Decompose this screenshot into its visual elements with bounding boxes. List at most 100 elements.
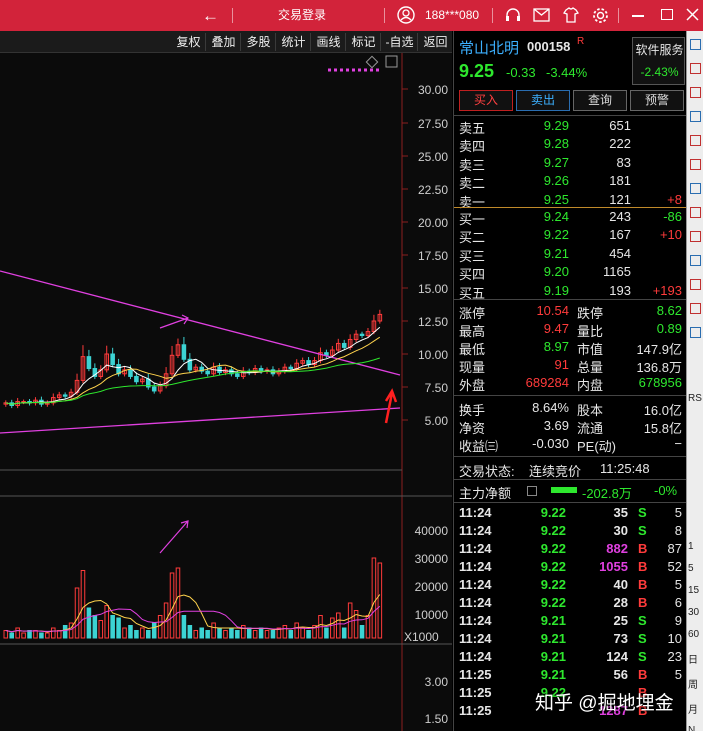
volume-bar (341, 627, 347, 639)
menu-icon[interactable] (527, 486, 537, 496)
kline-chart[interactable]: 30.00 27.50 25.00 22.50 20.00 17.50 15.0… (0, 53, 452, 731)
book-price[interactable]: 9.28 (524, 136, 569, 151)
book-volume: 167 (609, 227, 631, 243)
gear-icon[interactable] (592, 7, 609, 24)
query-button[interactable]: 查询 (573, 90, 627, 111)
book-volume: 1165 (603, 264, 631, 280)
back-button[interactable]: 返回 (419, 33, 452, 51)
strip-tool-icon[interactable] (690, 111, 701, 122)
strip-item[interactable]: 60 (688, 629, 699, 640)
candle-body (359, 333, 365, 337)
mark-button[interactable]: 标记 (347, 33, 381, 51)
trade-login-link[interactable]: 交易登录 (278, 0, 326, 31)
trade-status-value: 连续竞价 (529, 464, 582, 479)
statistics-button[interactable]: 统计 (277, 33, 311, 51)
stat-label: 总量 (577, 360, 604, 375)
book-price[interactable]: 9.22 (524, 227, 569, 242)
strip-item[interactable]: 周 (688, 676, 698, 691)
minimize-icon[interactable] (632, 15, 644, 17)
price-change: -0.33 (506, 65, 536, 80)
book-delta: -86 (663, 209, 682, 224)
alert-button[interactable]: 预警 (630, 90, 684, 111)
tick-price: 9.21 (540, 667, 566, 682)
tick-side: S (638, 523, 647, 538)
tick-side: S (638, 649, 647, 664)
strip-item[interactable]: 日 (688, 651, 698, 666)
book-price[interactable]: 9.27 (524, 155, 569, 170)
strip-tool-icon[interactable] (690, 39, 701, 50)
headset-icon[interactable] (505, 7, 521, 23)
book-label: 卖四 (459, 139, 486, 155)
tick-volume: 882 (606, 541, 628, 556)
volume-tick: 10000 (415, 608, 449, 622)
tick-volume: 30 (613, 523, 628, 538)
strip-item[interactable]: N (688, 725, 695, 731)
tick-side: B (638, 541, 648, 556)
strip-tool-icon[interactable] (690, 63, 701, 74)
lower-tick: 1.50 (425, 712, 449, 726)
strip-tool-icon[interactable] (690, 327, 701, 338)
user-icon[interactable] (397, 6, 415, 24)
tick-side: S (638, 505, 647, 520)
strip-tool-icon[interactable] (690, 207, 701, 218)
close-icon[interactable] (686, 8, 699, 21)
strip-tool-icon[interactable] (690, 135, 701, 146)
strip-item[interactable]: 月 (688, 701, 698, 716)
strip-item[interactable]: 30 (688, 607, 699, 618)
tick-side: B (638, 667, 648, 682)
strip-item[interactable]: 5 (688, 563, 694, 574)
mail-icon[interactable] (533, 8, 550, 22)
book-price[interactable]: 9.26 (524, 173, 569, 188)
diamond-icon[interactable] (365, 55, 379, 69)
strip-item[interactable]: 15 (688, 585, 699, 596)
sell-button[interactable]: 卖出 (516, 90, 570, 111)
strip-tool-icon[interactable] (690, 231, 701, 242)
fuquan-button[interactable]: 复权 (172, 33, 206, 51)
volume-bar (116, 617, 121, 639)
strip-tool-icon[interactable] (690, 303, 701, 314)
divider (454, 395, 687, 396)
panel-toggle-icon[interactable] (385, 55, 398, 68)
overlay-button[interactable]: 叠加 (207, 33, 241, 51)
book-price[interactable]: 9.25 (524, 192, 569, 207)
strip-item[interactable]: RS (688, 393, 702, 404)
book-price[interactable]: 9.29 (524, 118, 569, 133)
red-up-arrow-icon (384, 388, 398, 424)
strip-tool-icon[interactable] (690, 255, 701, 266)
remove-watchlist-button[interactable]: -自选 (382, 33, 418, 51)
tick-time: 11:25 (459, 685, 492, 700)
back-arrow-icon[interactable]: ← (202, 0, 219, 31)
strip-tool-icon[interactable] (690, 87, 701, 98)
book-price[interactable]: 9.24 (524, 209, 569, 224)
buy-button[interactable]: 买入 (459, 90, 513, 111)
strip-tool-icon[interactable] (690, 183, 701, 194)
draw-line-button[interactable]: 画线 (312, 33, 346, 51)
stat-value: − (674, 436, 682, 451)
divider (454, 502, 687, 503)
maximize-icon[interactable] (661, 9, 673, 20)
book-price[interactable]: 9.19 (524, 283, 569, 298)
volume-bar (45, 632, 50, 639)
tick-side: B (638, 559, 648, 574)
price-tick: 5.00 (425, 414, 449, 428)
net-flow-pct: -0% (654, 483, 678, 498)
service-box[interactable]: 软件服务 -2.43% (632, 37, 685, 85)
stat-value: 8.62 (656, 303, 682, 318)
service-button[interactable]: 软件服务 (633, 41, 686, 58)
volume-bar (217, 627, 222, 639)
book-price[interactable]: 9.21 (524, 246, 569, 261)
tick-volume: 1055 (599, 559, 628, 574)
book-volume: 121 (609, 191, 631, 207)
tick-count: 5 (674, 505, 682, 520)
skin-icon[interactable] (563, 7, 579, 23)
strip-item[interactable]: 1 (688, 541, 694, 552)
book-price[interactable]: 9.20 (524, 264, 569, 279)
stat-value: 147.9亿 (636, 342, 682, 357)
strip-tool-icon[interactable] (690, 279, 701, 290)
strip-tool-icon[interactable] (690, 159, 701, 170)
volume-bar (246, 627, 252, 639)
tick-time: 11:25 (459, 703, 492, 718)
vol-ma-magenta (5, 605, 381, 633)
multi-stock-button[interactable]: 多股 (242, 33, 276, 51)
price-tick: 25.00 (418, 150, 448, 164)
